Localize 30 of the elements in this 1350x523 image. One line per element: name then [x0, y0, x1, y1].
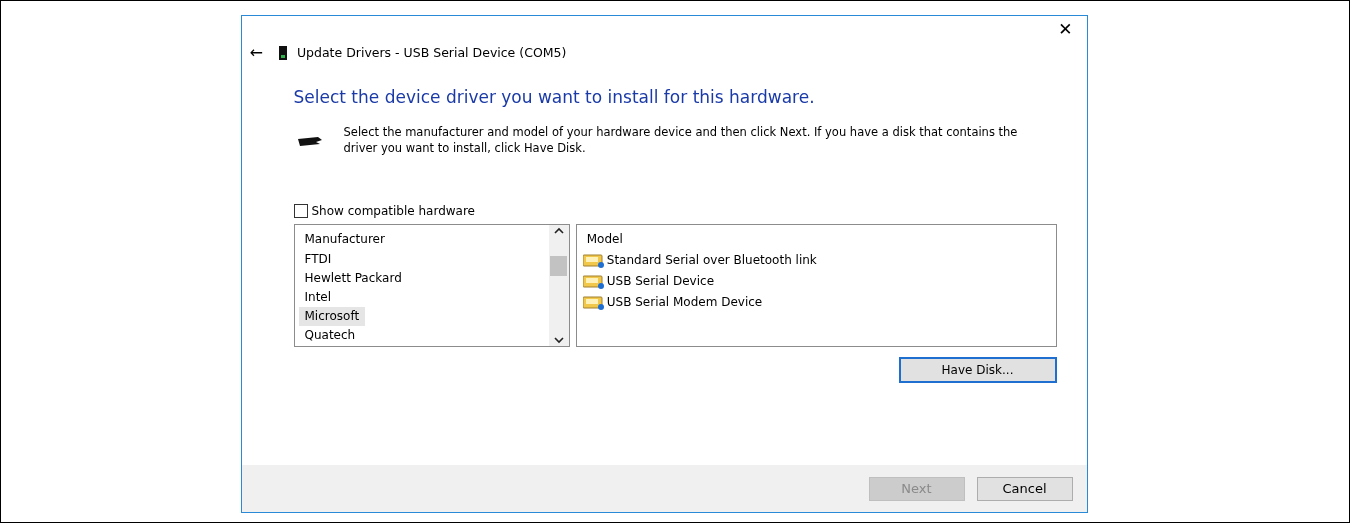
close-button[interactable]: ✕ — [1058, 20, 1073, 38]
checkbox[interactable] — [293, 204, 308, 219]
manufacturer-list[interactable]: Manufacturer FTDI Hewlett Packard Intel Microsoft Quatech — [293, 224, 570, 348]
scrollbar[interactable] — [548, 225, 569, 347]
manufacturer-item[interactable]: FTDI — [298, 250, 338, 270]
manufacturer-item[interactable]: Hewlett Packard — [298, 269, 408, 289]
have-disk-button[interactable]: Have Disk... — [898, 357, 1057, 384]
driver-icon — [582, 274, 605, 289]
footer-button[interactable]: Cancel — [976, 476, 1073, 501]
hardware-icon — [295, 135, 324, 148]
list-header: Manufacturer — [303, 231, 386, 249]
instructions-text: Select the manufacturer and model of your hardware device and then click Next. If you have a disk that contains the driver you want to install, click Have Disk. — [343, 124, 1019, 157]
model-item[interactable]: USB Serial Modem Device — [582, 292, 763, 314]
back-button[interactable]: ← — [249, 45, 263, 62]
model-item[interactable]: USB Serial Device — [582, 271, 715, 293]
manufacturer-item[interactable]: Quatech — [298, 326, 362, 346]
manufacturer-item[interactable]: Intel — [298, 288, 338, 308]
driver-icon — [582, 253, 605, 268]
manufacturer-item[interactable]: Microsoft — [298, 307, 366, 327]
scroll-thumb[interactable] — [550, 255, 568, 276]
usb-device-icon — [278, 46, 287, 61]
checkbox-label[interactable]: Show compatible hardware — [311, 202, 475, 221]
list-header: Model — [585, 231, 624, 249]
driver-icon — [582, 295, 605, 310]
model-item[interactable]: Standard Serial over Bluetooth link — [582, 250, 817, 272]
scroll-up-icon[interactable] — [553, 227, 564, 236]
model-list[interactable]: Model Standard Serial over Bluetooth link USB Serial Device USB Serial Modem Device — [575, 224, 1057, 348]
window-title: Update Drivers - USB Serial Device (COM5) — [296, 44, 567, 62]
heading: Select the device driver you want to install for this hardware. — [293, 85, 816, 109]
scroll-down-icon[interactable] — [553, 336, 564, 345]
